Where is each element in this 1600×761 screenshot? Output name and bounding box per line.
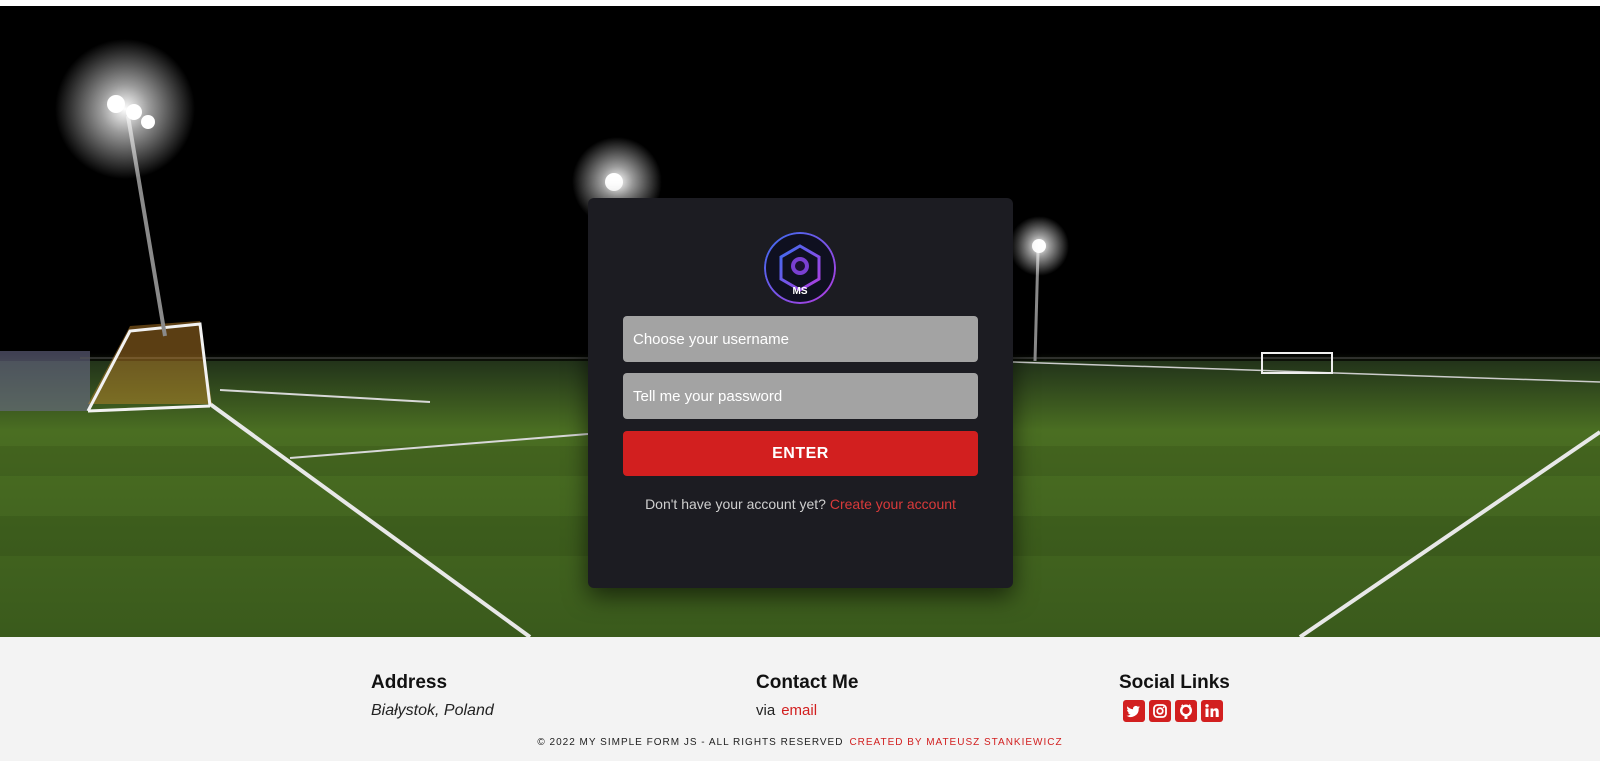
footer-social: Social Links (1119, 672, 1230, 722)
linkedin-icon[interactable] (1201, 700, 1223, 722)
signup-prompt-text: Don't have your account yet? (645, 496, 826, 512)
contact-heading: Contact Me (756, 672, 859, 693)
social-heading: Social Links (1119, 672, 1230, 693)
enter-button[interactable]: ENTER (623, 431, 978, 476)
github-icon[interactable] (1175, 700, 1197, 722)
password-input[interactable] (623, 373, 978, 419)
author-credit: CREATED BY MATEUSZ STANKIEWICZ (849, 737, 1063, 748)
address-value: Białystok, Poland (371, 702, 494, 719)
create-account-link[interactable]: Create your account (830, 496, 956, 512)
ms-logo: MS (764, 232, 836, 304)
social-icons (1123, 700, 1230, 722)
email-link[interactable]: email (781, 702, 817, 719)
twitter-icon[interactable] (1123, 700, 1145, 722)
contact-line: via email (756, 702, 858, 719)
contact-prefix: via (756, 702, 776, 719)
login-card: MS ENTER Don't have your account yet? Cr… (588, 198, 1013, 588)
address-heading: Address (371, 672, 448, 693)
footer-contact: Contact Me via email (756, 672, 858, 719)
footer: Address Białystok, Poland Contact Me via… (0, 637, 1600, 761)
footer-address: Address Białystok, Poland (371, 672, 494, 720)
username-input[interactable] (623, 316, 978, 362)
copyright-line: © 2022 MY SIMPLE FORM JS - ALL RIGHTS RE… (0, 737, 1600, 748)
svg-text:MS: MS (793, 286, 808, 297)
copyright-text: © 2022 MY SIMPLE FORM JS - ALL RIGHTS RE… (537, 737, 844, 748)
hero-background: MS ENTER Don't have your account yet? Cr… (0, 6, 1600, 637)
instagram-icon[interactable] (1149, 700, 1171, 722)
signup-prompt: Don't have your account yet? Create your… (588, 496, 1013, 512)
